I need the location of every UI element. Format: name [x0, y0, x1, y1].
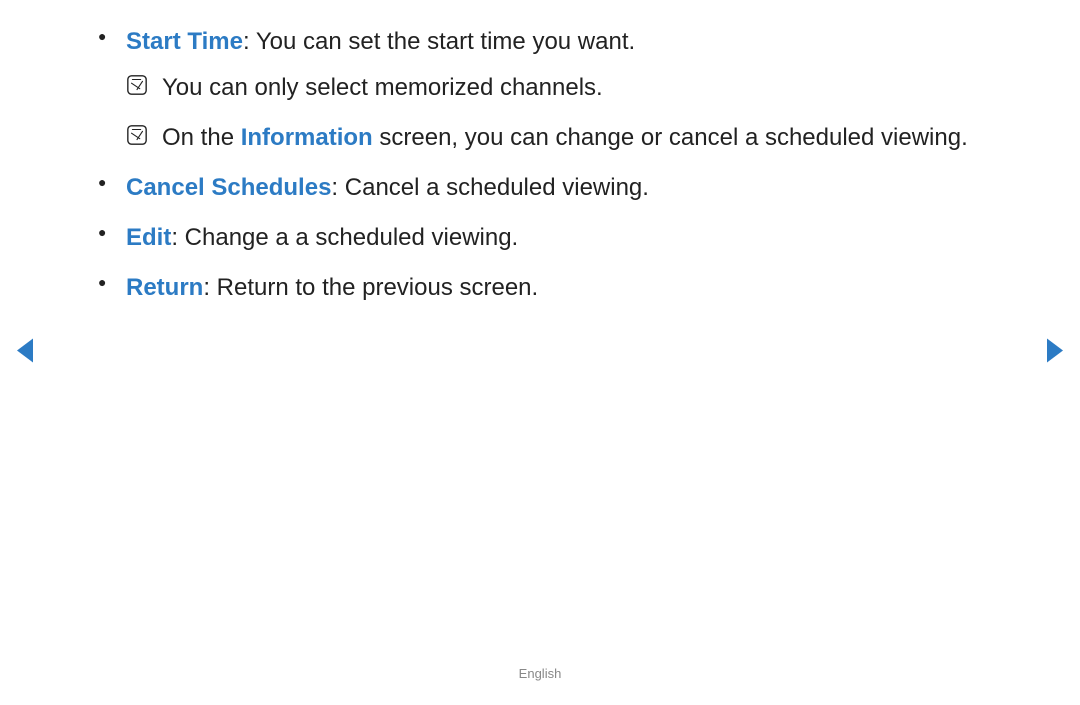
next-page-button[interactable] — [1044, 336, 1066, 369]
note-icon — [126, 74, 148, 96]
list-item: Edit: Change a a scheduled viewing. — [90, 220, 990, 256]
term-cancel-schedules: Cancel Schedules — [126, 174, 331, 201]
term-edit: Edit — [126, 224, 171, 251]
footer-language: English — [0, 666, 1080, 681]
list-item: Return: Return to the previous screen. — [90, 270, 990, 306]
desc-text: : Return to the previous screen. — [203, 274, 538, 301]
desc-text: : You can set the start time you want. — [243, 28, 635, 55]
note-icon — [126, 124, 148, 146]
term-return: Return — [126, 274, 203, 301]
desc-text: : Cancel a scheduled viewing. — [331, 174, 649, 201]
desc-text: : Change a a scheduled viewing. — [171, 224, 518, 251]
prev-page-button[interactable] — [14, 336, 36, 369]
note-pre: On the — [162, 124, 241, 151]
bullet-list: Start Time: You can set the start time y… — [90, 24, 990, 306]
note-list: You can only select memorized channels. … — [126, 70, 990, 156]
content-area: Start Time: You can set the start time y… — [0, 0, 1080, 306]
note-item: You can only select memorized channels. — [126, 70, 990, 106]
note-post: screen, you can change or cancel a sched… — [373, 124, 968, 151]
note-item: On the Information screen, you can chang… — [126, 120, 990, 156]
term-start-time: Start Time — [126, 28, 243, 55]
term-information: Information — [241, 124, 373, 151]
list-item: Cancel Schedules: Cancel a scheduled vie… — [90, 170, 990, 206]
note-text: You can only select memorized channels. — [162, 74, 603, 101]
list-item: Start Time: You can set the start time y… — [90, 24, 990, 156]
